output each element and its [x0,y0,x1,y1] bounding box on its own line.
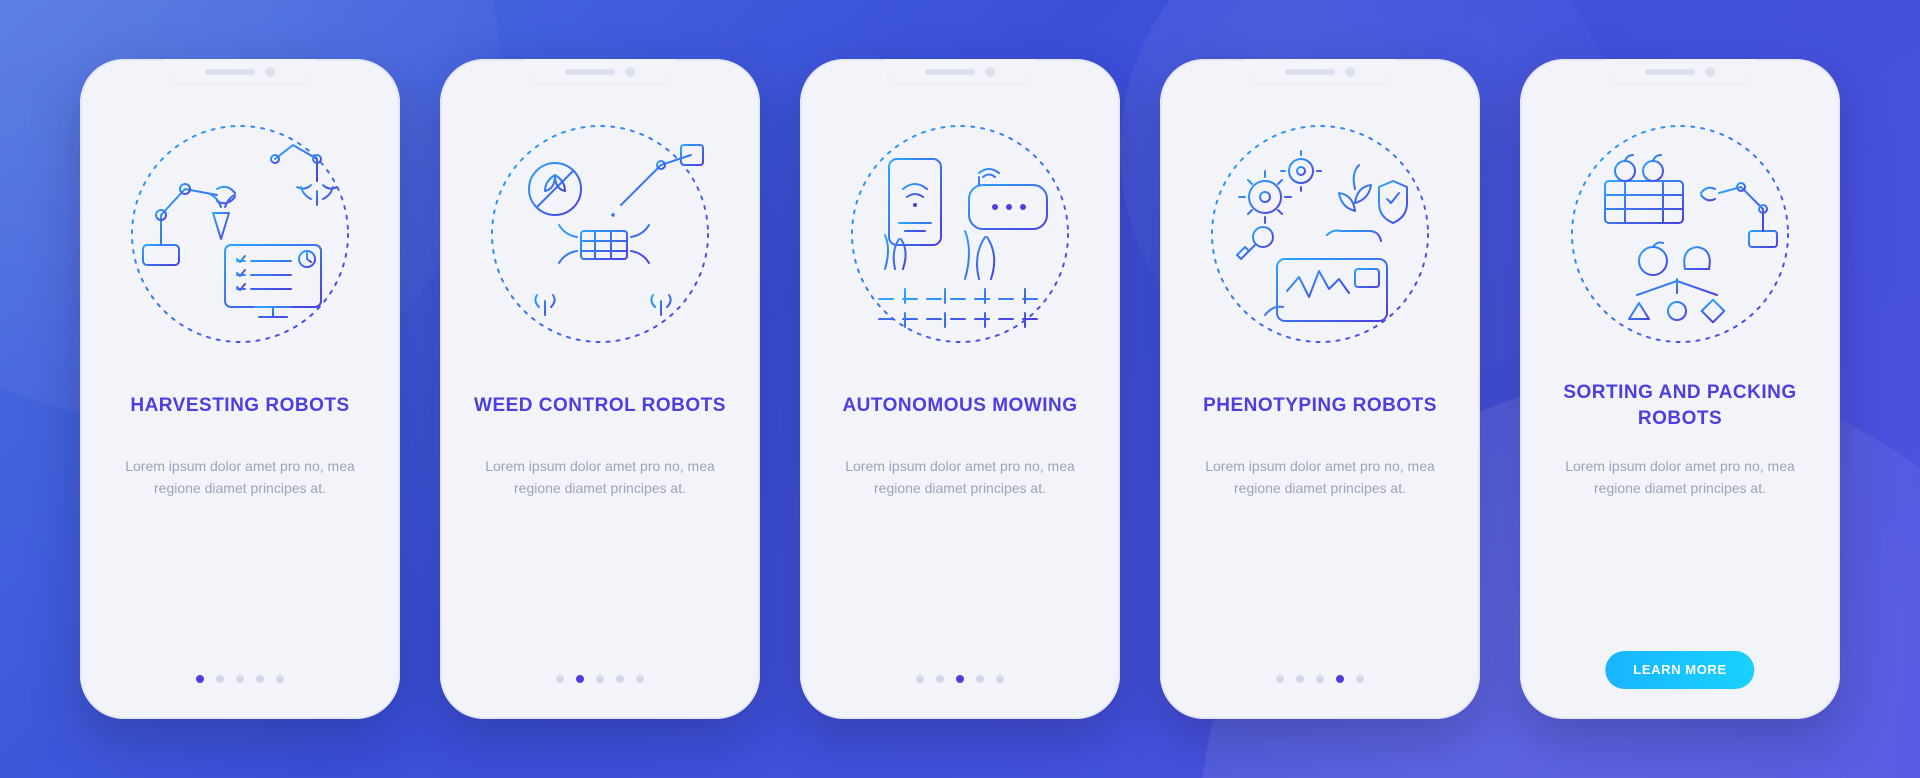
pagination-dot[interactable] [196,675,204,683]
weed-control-icon [485,119,715,349]
onboarding-screens-row: HARVESTING ROBOTS Lorem ipsum dolor amet… [0,0,1920,778]
pagination-dot[interactable] [1336,675,1344,683]
screen-title: PHENOTYPING ROBOTS [1197,379,1443,433]
onboarding-screen-2: WEED CONTROL ROBOTS Lorem ipsum dolor am… [440,59,760,719]
pagination-dot[interactable] [1296,675,1304,683]
screen-title: WEED CONTROL ROBOTS [468,379,732,433]
pagination-dots [80,675,400,683]
pagination-dot[interactable] [1316,675,1324,683]
pagination-dot[interactable] [976,675,984,683]
autonomous-mowing-icon [845,119,1075,349]
pagination-dots [440,675,760,683]
screen-description: Lorem ipsum dolor amet pro no, mea regio… [106,455,374,500]
screen-description: Lorem ipsum dolor amet pro no, mea regio… [826,455,1094,500]
pagination-dot[interactable] [276,675,284,683]
pagination-dot[interactable] [596,675,604,683]
phone-notch [1605,59,1755,85]
screen-title: HARVESTING ROBOTS [124,379,355,433]
sorting-packing-icon [1565,119,1795,349]
screen-title: SORTING AND PACKING ROBOTS [1546,379,1814,433]
phone-notch [165,59,315,85]
pagination-dot[interactable] [556,675,564,683]
pagination-dot[interactable] [1356,675,1364,683]
pagination-dot[interactable] [256,675,264,683]
pagination-dot[interactable] [936,675,944,683]
pagination-dot[interactable] [636,675,644,683]
phone-notch [885,59,1035,85]
screen-description: Lorem ipsum dolor amet pro no, mea regio… [466,455,734,500]
pagination-dot[interactable] [216,675,224,683]
pagination-dot[interactable] [236,675,244,683]
phenotyping-robots-icon [1205,119,1435,349]
pagination-dot[interactable] [616,675,624,683]
screen-description: Lorem ipsum dolor amet pro no, mea regio… [1186,455,1454,500]
screen-description: Lorem ipsum dolor amet pro no, mea regio… [1546,455,1814,500]
pagination-dots [1160,675,1480,683]
pagination-dot[interactable] [916,675,924,683]
phone-notch [1245,59,1395,85]
learn-more-button[interactable]: LEARN MORE [1605,651,1754,689]
pagination-dots [800,675,1120,683]
onboarding-screen-3: AUTONOMOUS MOWING Lorem ipsum dolor amet… [800,59,1120,719]
onboarding-screen-1: HARVESTING ROBOTS Lorem ipsum dolor amet… [80,59,400,719]
phone-notch [525,59,675,85]
pagination-dot[interactable] [576,675,584,683]
harvesting-robots-icon [125,119,355,349]
onboarding-screen-4: PHENOTYPING ROBOTS Lorem ipsum dolor ame… [1160,59,1480,719]
pagination-dot[interactable] [956,675,964,683]
pagination-dot[interactable] [996,675,1004,683]
screen-title: AUTONOMOUS MOWING [836,379,1083,433]
onboarding-screen-5: SORTING AND PACKING ROBOTS Lorem ipsum d… [1520,59,1840,719]
pagination-dot[interactable] [1276,675,1284,683]
